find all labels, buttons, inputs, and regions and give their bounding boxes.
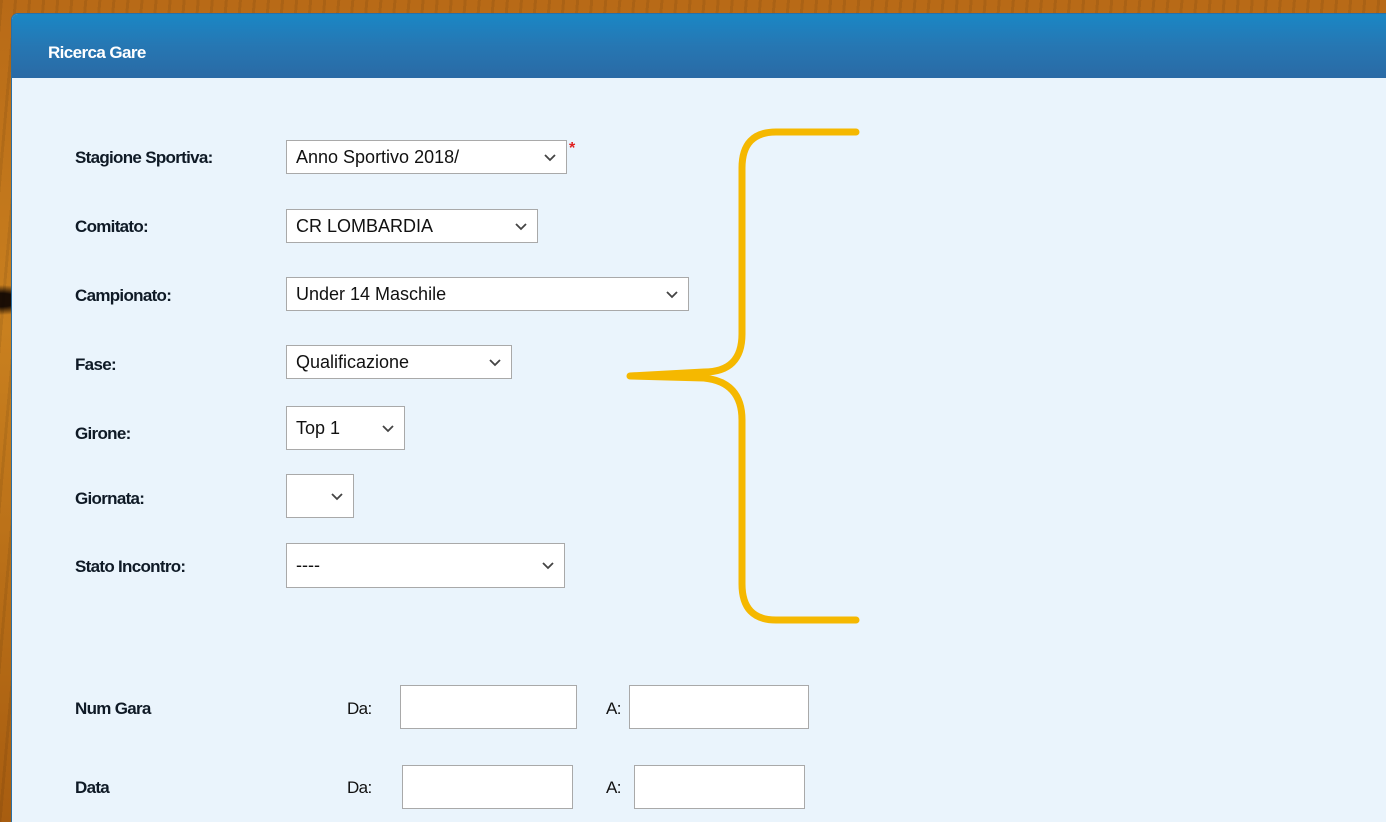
data-to-input[interactable]: [634, 765, 805, 809]
comitato-label: Comitato:: [75, 217, 149, 236]
fase-label: Fase:: [75, 355, 117, 374]
num-gara-to-input[interactable]: [629, 685, 809, 729]
stagione-label: Stagione Sportiva:: [75, 148, 213, 167]
chevron-down-icon: [331, 493, 343, 501]
comitato-value: CR LOMBARDIA: [296, 216, 434, 236]
data-from-input[interactable]: [402, 765, 573, 809]
girone-value: Top 1: [296, 418, 341, 438]
required-mark: *: [569, 140, 576, 157]
fase-select[interactable]: Qualificazione: [286, 345, 512, 379]
girone-select[interactable]: Top 1: [286, 406, 405, 450]
chevron-down-icon: [489, 359, 501, 367]
giornata-select[interactable]: [286, 474, 354, 518]
stato-select[interactable]: ----: [286, 543, 565, 588]
data-to-label: A:: [606, 778, 621, 797]
stagione-value: Anno Sportivo 2018/: [296, 147, 460, 167]
campionato-value: Under 14 Maschile: [296, 284, 447, 304]
stato-label: Stato Incontro:: [75, 557, 186, 576]
num-gara-from-input[interactable]: [400, 685, 577, 729]
stato-value: ----: [296, 555, 320, 575]
stagione-select[interactable]: Anno Sportivo 2018/: [286, 140, 567, 174]
fase-value: Qualificazione: [296, 352, 410, 372]
comitato-select[interactable]: CR LOMBARDIA: [286, 209, 538, 243]
curly-brace-annotation: [626, 128, 860, 624]
num-gara-to-label: A:: [606, 699, 621, 718]
giornata-label: Giornata:: [75, 489, 145, 508]
chevron-down-icon: [515, 223, 527, 231]
panel-header: Ricerca Gare: [12, 14, 1386, 78]
girone-label: Girone:: [75, 424, 131, 443]
data-label: Data: [75, 778, 110, 797]
chevron-down-icon: [544, 154, 556, 162]
data-from-label: Da:: [347, 778, 372, 797]
num-gara-from-label: Da:: [347, 699, 372, 718]
num-gara-label: Num Gara: [75, 699, 151, 718]
campionato-label: Campionato:: [75, 286, 172, 305]
chevron-down-icon: [382, 425, 394, 433]
panel-title: Ricerca Gare: [48, 43, 146, 62]
chevron-down-icon: [542, 562, 554, 570]
